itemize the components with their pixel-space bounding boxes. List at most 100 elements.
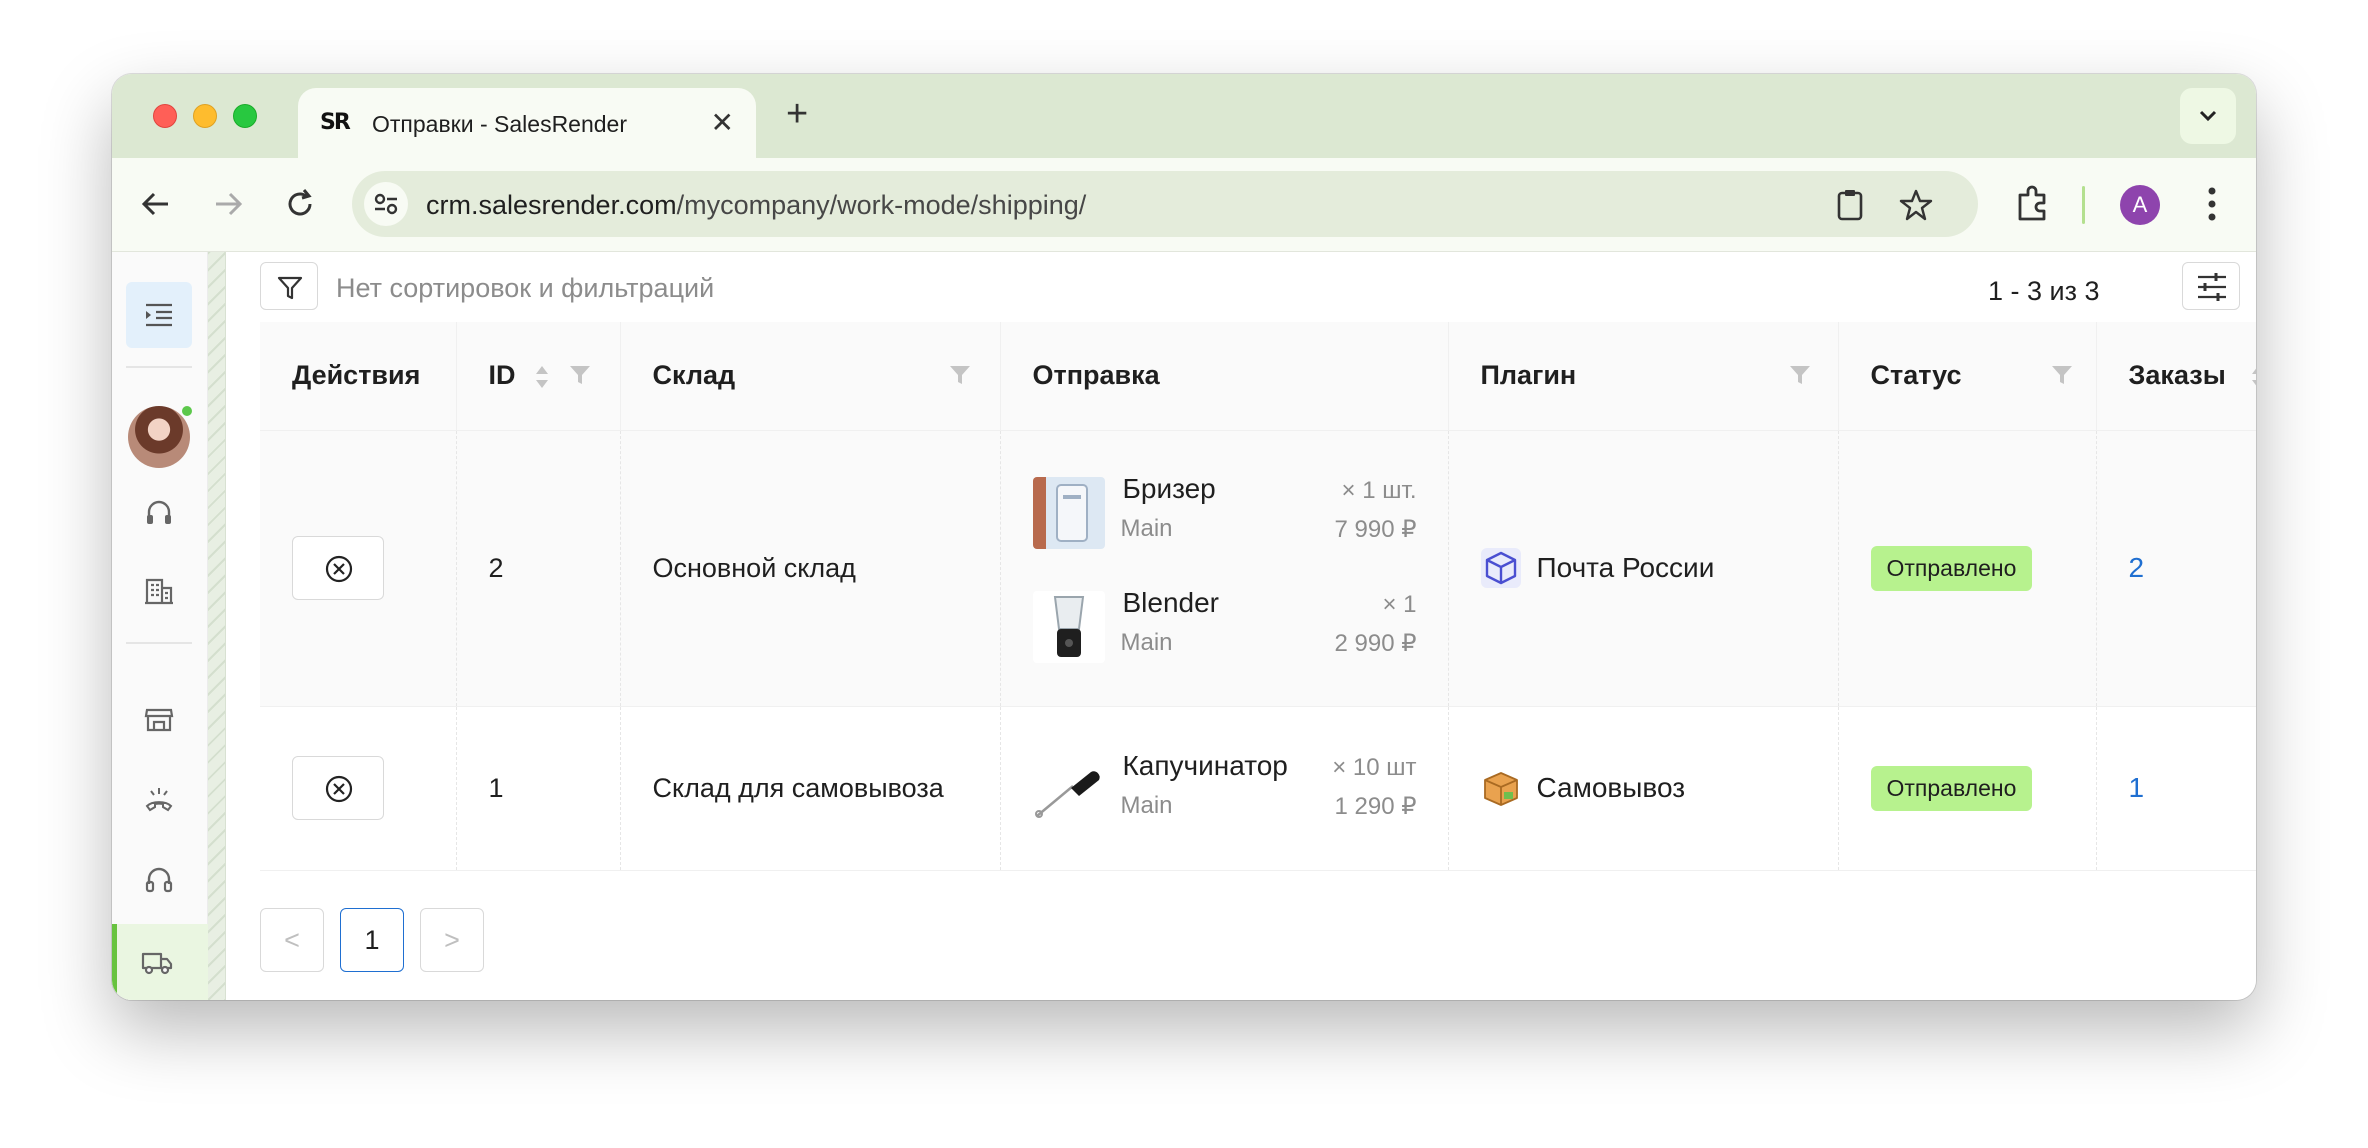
- product-price: 1 290 ₽: [1334, 793, 1417, 820]
- table-header-row: Действия ID Склад Отправка Плагин Статус…: [260, 322, 2257, 431]
- column-header-orders[interactable]: Заказы: [2095, 322, 2257, 431]
- shipping-content: Нет сортировок и фильтраций 1 - 3 из 3 Д…: [260, 252, 2256, 1000]
- url-path: /mycompany/work-mode/shipping/: [676, 190, 1087, 220]
- status-cell: Отправлено: [1837, 706, 2096, 871]
- sidebar-item-shipping[interactable]: [112, 924, 208, 1000]
- sidebar-item-operators[interactable]: [126, 846, 192, 912]
- cancel-shipment-button[interactable]: [292, 756, 384, 820]
- tab-search-button[interactable]: [2180, 88, 2236, 144]
- sidebar-item-support[interactable]: [126, 480, 192, 546]
- package-cube-icon: [1480, 548, 1521, 588]
- maximize-window-button[interactable]: [233, 104, 257, 128]
- chevron-down-icon: [2199, 110, 2217, 122]
- orders-link[interactable]: 1: [2129, 772, 2145, 803]
- sort-icon[interactable]: [2249, 364, 2257, 390]
- column-filter-icon[interactable]: [1789, 364, 1811, 386]
- product-thumbnail-blender: [1032, 591, 1105, 663]
- column-header-shipment: Отправка: [999, 322, 1448, 431]
- plugin-name: Почта России: [1536, 552, 1715, 583]
- tab-strip: SR Отправки - SalesRender ✕ +: [112, 74, 2256, 158]
- cancel-shipment-button[interactable]: [292, 536, 384, 600]
- product-variant: Main: [1120, 515, 1173, 542]
- forward-icon[interactable]: [208, 184, 248, 224]
- prev-page-button[interactable]: <: [260, 908, 324, 972]
- browser-toolbar: crm.salesrender.com/mycompany/work-mode/…: [112, 158, 2256, 252]
- shipping-table: Действия ID Склад Отправка Плагин Статус…: [260, 322, 2256, 871]
- sidebar-item-calls[interactable]: [126, 766, 192, 832]
- next-page-button[interactable]: >: [420, 908, 484, 972]
- status-cell: Отправлено: [1837, 430, 2096, 707]
- extensions-icon[interactable]: [2012, 183, 2054, 225]
- tab-title: Отправки - SalesRender: [372, 111, 627, 137]
- status-badge: Отправлено: [1870, 765, 2033, 811]
- filter-funnel-icon: [277, 276, 303, 300]
- column-header-plugin[interactable]: Плагин: [1447, 322, 1838, 431]
- shipment-item: Бризер × 1 шт. Main 7 990 ₽: [1032, 467, 1417, 555]
- plugin-label: Почта России: [1480, 548, 1806, 588]
- table-row[interactable]: 1 Склад для самовывоза Капучинатор × 10 …: [260, 706, 2256, 871]
- minimize-window-button[interactable]: [193, 104, 217, 128]
- column-header-orders-label: Заказы: [2128, 360, 2226, 391]
- orders-cell: 2: [2095, 430, 2256, 707]
- column-header-warehouse[interactable]: Склад: [619, 322, 1000, 431]
- product-thumbnail-breezer: [1032, 477, 1105, 549]
- id-cell: 2: [455, 430, 620, 707]
- filter-status-text: Нет сортировок и фильтраций: [336, 273, 715, 303]
- sidebar-item-company[interactable]: [126, 558, 192, 624]
- new-tab-button[interactable]: +: [786, 92, 808, 136]
- sidebar-item-store[interactable]: [126, 686, 192, 752]
- product-thumbnail-frother: [1032, 754, 1105, 826]
- product-variant: Main: [1120, 792, 1173, 819]
- sort-icon[interactable]: [533, 364, 551, 390]
- shipment-item: Капучинатор × 10 шт Main 1 290 ₽: [1032, 744, 1417, 832]
- filter-bar: Нет сортировок и фильтраций 1 - 3 из 3: [260, 262, 2256, 310]
- orders-link[interactable]: 2: [2129, 552, 2145, 583]
- shipment-cell: Бризер × 1 шт. Main 7 990 ₽ Blender × 1 …: [999, 430, 1448, 707]
- storefront-icon: [144, 708, 174, 732]
- toolbar-divider: [2082, 186, 2085, 224]
- column-settings-button[interactable]: [2182, 262, 2240, 310]
- column-filter-icon[interactable]: [2051, 364, 2073, 386]
- clipboard-icon[interactable]: [1832, 187, 1868, 223]
- filter-button[interactable]: [260, 262, 318, 310]
- column-header-status-label: Статус: [1870, 360, 1962, 391]
- column-header-actions: Действия: [260, 322, 456, 431]
- plugin-cell: Почта России: [1447, 430, 1838, 707]
- back-icon[interactable]: [136, 184, 176, 224]
- table-row[interactable]: 2 Основной склад Бризер × 1 шт. Main 7 9…: [260, 430, 2256, 707]
- id-cell: 1: [455, 706, 620, 871]
- column-header-id-label: ID: [488, 360, 516, 391]
- truck-icon: [141, 952, 173, 975]
- close-window-button[interactable]: [153, 104, 177, 128]
- site-info-button[interactable]: [364, 182, 408, 226]
- page-1-button[interactable]: 1: [340, 908, 404, 972]
- menu-toggle-button[interactable]: [126, 282, 192, 348]
- salesrender-favicon-icon: SR: [320, 110, 356, 140]
- product-price: 2 990 ₽: [1334, 630, 1417, 657]
- url-host: crm.salesrender.com: [426, 190, 677, 220]
- address-bar[interactable]: crm.salesrender.com/mycompany/work-mode/…: [352, 171, 1978, 237]
- more-menu-icon[interactable]: [2202, 183, 2244, 225]
- product-quantity: × 1 шт.: [1341, 477, 1417, 504]
- tab-close-icon[interactable]: ✕: [711, 106, 734, 139]
- shipment-item: Blender × 1 Main 2 990 ₽: [1032, 581, 1417, 669]
- phone-ringing-icon: [145, 788, 173, 812]
- column-filter-icon[interactable]: [949, 364, 971, 386]
- paging-info: 1 - 3 из 3: [1988, 276, 2100, 306]
- column-filter-icon[interactable]: [569, 364, 591, 386]
- column-header-id[interactable]: ID: [455, 322, 620, 431]
- column-header-status[interactable]: Статус: [1837, 322, 2096, 431]
- reload-icon[interactable]: [280, 184, 320, 224]
- headset-icon: [147, 500, 171, 524]
- column-header-plugin-label: Плагин: [1480, 360, 1577, 391]
- url-text: crm.salesrender.com/mycompany/work-mode/…: [426, 190, 1086, 221]
- actions-cell: [260, 430, 456, 707]
- orders-cell: 1: [2095, 706, 2256, 871]
- close-circle-icon: [325, 775, 353, 803]
- tune-icon: [374, 193, 398, 215]
- bookmark-star-icon[interactable]: [1898, 187, 1934, 223]
- profile-avatar[interactable]: A: [2120, 185, 2160, 225]
- plugin-label: Самовывоз: [1481, 768, 1806, 808]
- indent-menu-icon: [146, 303, 172, 327]
- tab-active[interactable]: SR Отправки - SalesRender ✕: [298, 88, 756, 158]
